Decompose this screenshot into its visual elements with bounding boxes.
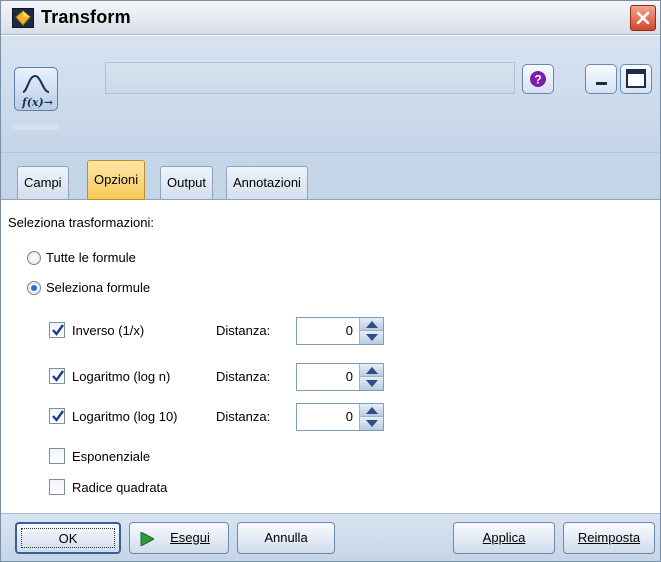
svg-text:?: ? xyxy=(534,73,541,87)
minimize-icon xyxy=(596,82,607,85)
section-label: Seleziona trasformazioni: xyxy=(8,215,154,230)
maximize-button[interactable] xyxy=(620,64,652,94)
log-10-offset-value: 0 xyxy=(345,409,353,424)
reset-button[interactable]: Reimposta xyxy=(563,522,655,554)
spin-down-button[interactable] xyxy=(359,331,383,344)
checkmark-icon xyxy=(52,324,64,336)
log-10-label: Logaritmo (log 10) xyxy=(72,409,178,424)
arrow-up-icon xyxy=(366,321,378,328)
minimize-button[interactable] xyxy=(585,64,617,94)
transform-dialog: Transform f(x)→ ? Campi Opzioni Output A… xyxy=(0,0,661,562)
fx-transform-icon: f(x)→ xyxy=(14,67,58,111)
log-n-checkbox[interactable] xyxy=(49,368,65,384)
radio-all-formulas[interactable] xyxy=(27,251,41,265)
cancel-button[interactable]: Annulla xyxy=(237,522,335,554)
tab-bar: Campi Opzioni Output Annotazioni xyxy=(1,153,660,200)
tab-campi[interactable]: Campi xyxy=(17,166,69,200)
exponential-checkbox[interactable] xyxy=(49,448,65,464)
arrow-up-icon xyxy=(366,367,378,374)
log-10-offset-label: Distanza: xyxy=(216,409,271,424)
spin-up-button[interactable] xyxy=(359,364,383,377)
arrow-down-icon xyxy=(366,380,378,387)
exponential-label: Esponenziale xyxy=(72,449,151,464)
log-n-offset-value: 0 xyxy=(345,369,353,384)
radio-select-label: Seleziona formule xyxy=(46,280,151,295)
inverse-label: Inverso (1/x) xyxy=(72,323,145,338)
spin-down-button[interactable] xyxy=(359,417,383,430)
reset-label: Reimposta xyxy=(577,530,641,545)
log-10-checkbox[interactable] xyxy=(49,408,65,424)
apply-button[interactable]: Applica xyxy=(453,522,555,554)
cancel-label: Annulla xyxy=(264,530,308,545)
log-n-label: Logaritmo (log n) xyxy=(72,369,171,384)
help-icon: ? xyxy=(530,71,546,87)
square-root-label: Radice quadrata xyxy=(72,480,168,495)
run-button[interactable]: Esegui xyxy=(129,522,229,554)
log-10-offset-stepper[interactable]: 0 xyxy=(296,403,384,431)
run-icon xyxy=(140,532,154,546)
log-n-offset-label: Distanza: xyxy=(216,369,271,384)
run-label: Esegui xyxy=(170,530,210,545)
svg-text:f(x)→: f(x)→ xyxy=(21,96,53,109)
window-title: Transform xyxy=(41,7,131,27)
radio-all-label: Tutte le formule xyxy=(46,250,136,265)
title-bar: Transform xyxy=(1,1,660,35)
ok-button[interactable]: OK xyxy=(15,522,121,554)
checkmark-icon xyxy=(52,410,64,422)
close-button[interactable] xyxy=(630,5,656,31)
focus-ring xyxy=(21,528,115,548)
arrow-down-icon xyxy=(366,334,378,341)
arrow-up-icon xyxy=(366,407,378,414)
radio-select-formulas[interactable] xyxy=(27,281,41,295)
inverse-checkbox[interactable] xyxy=(49,322,65,338)
options-panel: Seleziona trasformazioni: Tutte le formu… xyxy=(1,201,660,513)
close-icon xyxy=(636,11,650,25)
log-n-offset-stepper[interactable]: 0 xyxy=(296,363,384,391)
dialog-header: f(x)→ ? xyxy=(1,36,660,153)
checkmark-icon xyxy=(52,370,64,382)
apply-label: Applica xyxy=(482,530,526,545)
inverse-offset-stepper[interactable]: 0 xyxy=(296,317,384,345)
spin-up-button[interactable] xyxy=(359,404,383,417)
tab-output[interactable]: Output xyxy=(160,166,214,200)
help-button[interactable]: ? xyxy=(522,64,554,94)
inverse-offset-value: 0 xyxy=(345,323,353,338)
spin-down-button[interactable] xyxy=(359,377,383,390)
button-bar: OK Esegui Annulla Applica Reimposta xyxy=(1,513,660,561)
diamond-node-icon xyxy=(12,8,34,28)
square-root-checkbox[interactable] xyxy=(49,479,65,495)
inverse-offset-label: Distanza: xyxy=(216,323,271,338)
icon-reflection xyxy=(13,120,59,130)
maximize-icon xyxy=(626,69,646,88)
spin-up-button[interactable] xyxy=(359,318,383,331)
tab-annotazioni[interactable]: Annotazioni xyxy=(226,166,308,200)
tab-opzioni[interactable]: Opzioni xyxy=(87,160,146,200)
arrow-down-icon xyxy=(366,420,378,427)
node-name-field[interactable] xyxy=(105,62,515,94)
